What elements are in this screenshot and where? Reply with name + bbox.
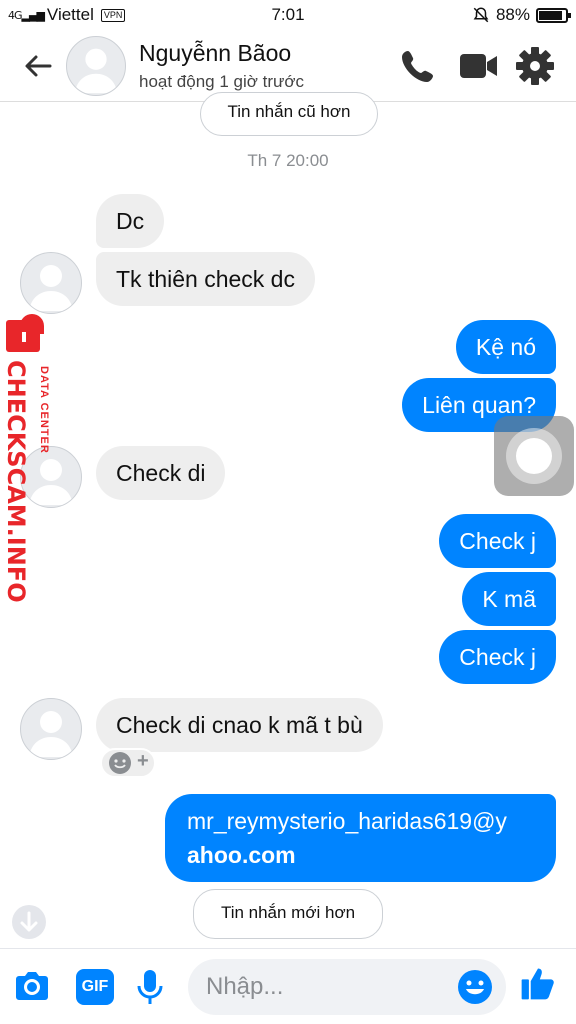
- contact-status: hoạt động 1 giờ trước: [139, 72, 305, 91]
- message-input-box[interactable]: [188, 959, 506, 1015]
- sender-avatar[interactable]: [20, 252, 82, 314]
- smiley-icon: [109, 752, 131, 774]
- incoming-message[interactable]: Check di cnao k mã t bù: [96, 698, 383, 752]
- camera-icon[interactable]: [12, 967, 52, 1007]
- phone-icon[interactable]: [398, 46, 438, 86]
- message-line: ahoo.com: [187, 842, 296, 868]
- battery-percent: 88%: [495, 5, 530, 24]
- arrow-down-icon: [20, 911, 38, 932]
- incoming-message[interactable]: Tk thiên check dc: [96, 252, 315, 306]
- emoji-icon[interactable]: [456, 968, 494, 1006]
- padlock-logo-icon: [6, 314, 44, 352]
- thumbs-up-icon[interactable]: [518, 963, 558, 1003]
- scroll-down-button[interactable]: [12, 905, 46, 939]
- message-input[interactable]: [206, 959, 456, 1015]
- mute-bell-icon: [473, 7, 489, 23]
- message-line: mr_reymysterio_haridas619@y: [187, 808, 507, 834]
- sender-avatar[interactable]: [20, 698, 82, 760]
- contact-avatar[interactable]: [66, 36, 126, 96]
- watermark-sub: DATA CENTER: [38, 366, 50, 454]
- outgoing-message[interactable]: Check j: [439, 514, 556, 568]
- chat-timestamp: Th 7 20:00: [247, 151, 329, 170]
- assistive-touch-button[interactable]: [494, 416, 574, 496]
- battery-icon: [536, 7, 571, 23]
- contact-name[interactable]: Nguyễnn Bãoo: [139, 40, 291, 67]
- newer-messages-button[interactable]: Tin nhắn mới hơn: [193, 889, 383, 939]
- outgoing-message[interactable]: K mã: [462, 572, 556, 626]
- gif-icon[interactable]: GIF: [76, 969, 114, 1005]
- gear-icon[interactable]: [515, 46, 555, 86]
- back-arrow-icon[interactable]: [20, 48, 56, 84]
- older-messages-button[interactable]: Tin nhắn cũ hơn: [200, 92, 378, 136]
- microphone-icon[interactable]: [130, 967, 170, 1007]
- watermark-brand: CHECKSCAM.INFO: [2, 360, 30, 603]
- incoming-message[interactable]: Dc: [96, 194, 165, 248]
- plus-icon: +: [137, 750, 149, 772]
- status-bar: 4G▂▄▆ Viettel VPN 7:01 88%: [0, 0, 576, 30]
- outgoing-message[interactable]: Kệ nó: [455, 320, 556, 374]
- message-composer: GIF: [0, 948, 576, 1024]
- add-reaction-button[interactable]: +: [100, 748, 156, 778]
- outgoing-email-message[interactable]: mr_reymysterio_haridas619@y ahoo.com: [165, 794, 556, 882]
- video-camera-icon[interactable]: [458, 46, 498, 86]
- outgoing-message[interactable]: Check j: [439, 630, 556, 684]
- incoming-message[interactable]: Check di: [96, 446, 226, 500]
